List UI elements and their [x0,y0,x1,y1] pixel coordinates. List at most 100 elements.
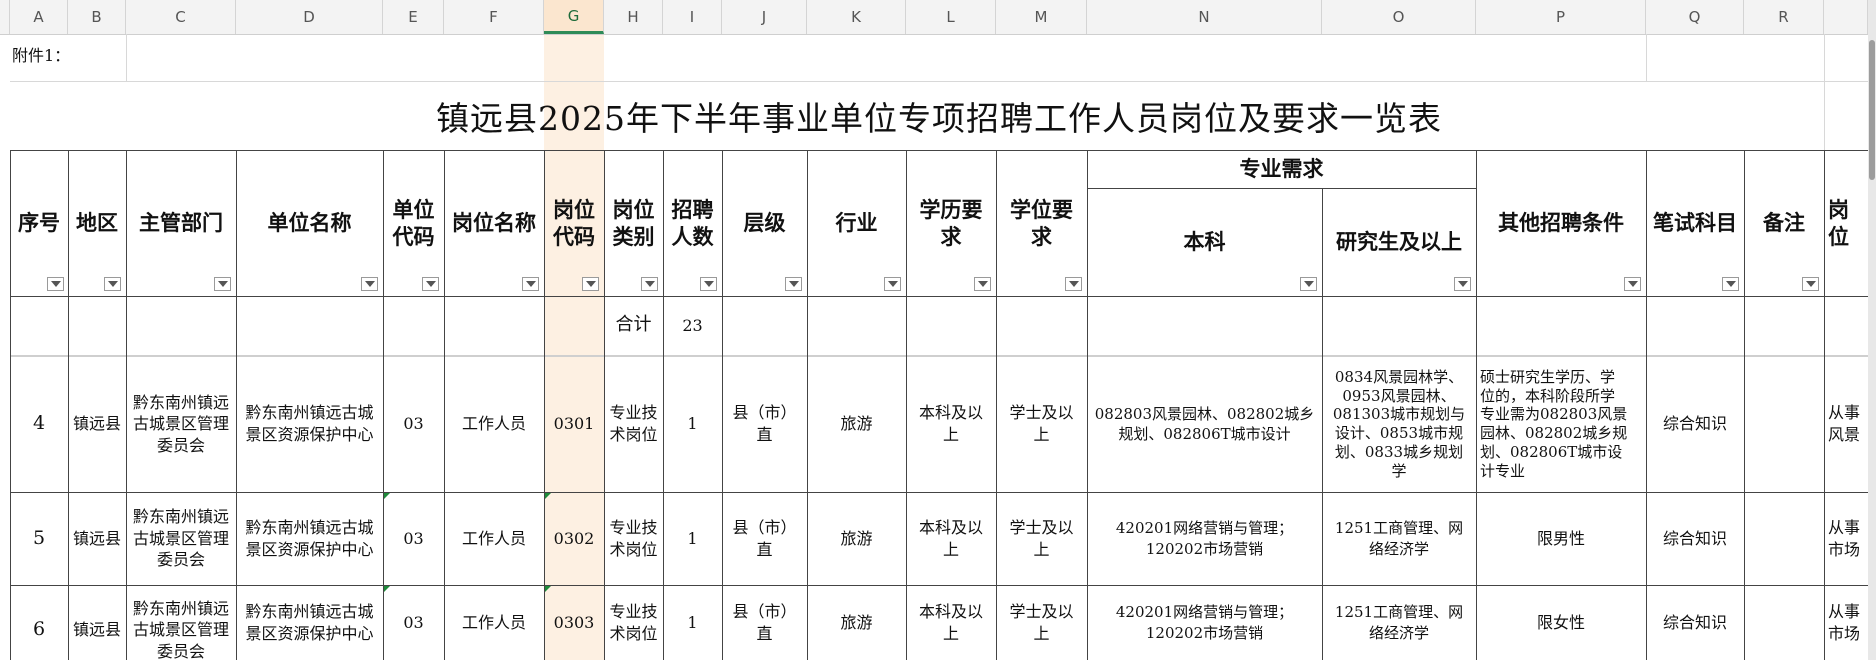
cell-region: 镇远县 [72,414,121,434]
grid-line [10,81,1868,82]
filter-dropdown-icon[interactable] [641,277,658,291]
cell-post-extra: 从事 风景 [1828,403,1861,444]
cell-graduate-major: 1251工商管理、网 络经济学 [1334,603,1464,642]
column-header-o[interactable]: O [1322,0,1476,34]
filter-dropdown-icon[interactable] [974,277,991,291]
column-header-p[interactable]: P [1476,0,1646,34]
column-header-l[interactable]: L [906,0,996,34]
column-header-b[interactable]: B [68,0,126,34]
cell-education: 本科及以上 [918,517,983,559]
filter-dropdown-icon[interactable] [1722,277,1739,291]
header-region: 地区 [76,210,118,236]
column-header-j[interactable]: J [722,0,807,34]
cell-hire-count: 1 [687,612,698,632]
cell-industry: 旅游 [840,414,873,434]
cell-education: 本科及以上 [918,601,983,643]
filter-dropdown-icon[interactable] [1802,277,1819,291]
column-header-h[interactable]: H [604,0,663,34]
cell-region: 镇远县 [72,528,121,548]
column-header-a[interactable]: A [10,0,68,34]
filter-dropdown-icon[interactable] [884,277,901,291]
header-education: 学历要求 [919,196,983,249]
filter-dropdown-icon[interactable] [104,277,121,291]
filter-dropdown-icon[interactable] [361,277,378,291]
cell-post-extra: 从事 市场 [1828,601,1861,643]
grid-line [1824,34,1825,150]
column-header-g[interactable]: G [544,0,604,34]
column-header-n[interactable]: N [1087,0,1322,34]
filter-dropdown-icon[interactable] [1300,277,1317,291]
header-level: 层级 [743,210,786,236]
cell-graduate-major: 0834风景园林学、 0953风景园林、 081303城市规划与 设计、0853城市规… [1332,367,1466,480]
cell-comment-marker [545,586,551,592]
column-header-i[interactable]: I [663,0,722,34]
filter-dropdown-icon[interactable] [700,277,717,291]
cell-degree: 学士及以上 [1009,403,1074,444]
header-post-name: 岗位名称 [452,210,536,236]
cell-unit-code: 03 [403,528,424,548]
column-header-r[interactable]: R [1744,0,1824,34]
cell-hire-count: 1 [687,528,698,548]
cell-level: 县（市）直 [732,517,797,559]
cell-other-conditions: 硕士研究生学历、学 位的，本科阶段所学 专业需为082803风景 园林、082802城… [1480,367,1628,480]
scrollbar-thumb[interactable] [1869,40,1875,180]
filter-dropdown-icon[interactable] [1065,277,1082,291]
vertical-scrollbar[interactable] [1868,0,1876,660]
cell-industry: 旅游 [840,528,873,548]
filter-dropdown-icon[interactable] [785,277,802,291]
header-post-extra: 岗位 [1828,196,1849,249]
cell-unit: 黔东南州镇远古城 景区资源保护中心 [245,517,374,559]
cell-other-conditions: 限男性 [1536,528,1585,548]
total-label: 合计 [615,314,652,336]
cell-exam-subject: 综合知识 [1662,612,1727,632]
filter-dropdown-icon[interactable] [214,277,231,291]
cell-dept: 黔东南州镇远 古城景区管理 委员会 [132,507,229,570]
header-remark: 备注 [1763,210,1805,236]
column-header-m[interactable]: M [996,0,1087,34]
cell-industry: 旅游 [840,612,873,632]
header-seq: 序号 [18,210,60,236]
column-header-k[interactable]: K [807,0,906,34]
header-dept: 主管部门 [139,210,223,236]
cell-degree: 学士及以上 [1009,601,1074,643]
filter-dropdown-icon[interactable] [522,277,539,291]
cell-post-code: 0301 [553,414,595,434]
header-unit-code: 单位 代码 [392,196,435,249]
cell-comment-marker [545,493,551,499]
filter-dropdown-icon[interactable] [582,277,599,291]
column-header-f[interactable]: F [444,0,544,34]
cell-dept: 黔东南州镇远 古城景区管理 委员会 [132,392,229,455]
grid-line [1646,34,1647,81]
header-bottom-line [10,296,1868,297]
cell-seq: 6 [32,618,46,641]
column-header-s[interactable] [1824,0,1868,34]
cell-post-name: 工作人员 [461,528,526,548]
cell-dept: 黔东南州镇远 古城景区管理 委员会 [132,598,229,660]
total-value: 23 [682,315,703,335]
cell-unit-code: 03 [403,612,424,632]
corner-cell[interactable] [0,0,10,34]
page-title: 镇远县2025年下半年事业单位专项招聘工作人员岗位及要求一览表 [436,99,1442,138]
cell-seq: 4 [32,412,46,435]
cell-other-conditions: 限女性 [1536,612,1585,632]
cell-education: 本科及以上 [918,403,983,444]
column-header-d[interactable]: D [236,0,383,34]
cell-seq: 5 [32,526,46,549]
attachment-label: 附件1： [12,46,71,65]
filter-dropdown-icon[interactable] [1454,277,1471,291]
column-header-e[interactable]: E [383,0,444,34]
filter-dropdown-icon[interactable] [422,277,439,291]
header-major: 专业需求 [1239,156,1324,182]
cell-level: 县（市）直 [732,403,797,444]
column-header-bar: A B C D E F G H I J K L M N O P Q R [0,0,1868,35]
cell-exam-subject: 综合知识 [1662,414,1727,434]
filter-dropdown-icon[interactable] [47,277,64,291]
filter-dropdown-icon[interactable] [1624,277,1641,291]
column-header-c[interactable]: C [126,0,236,34]
cell-comment-marker [384,493,390,499]
header-graduate: 研究生及以上 [1336,229,1462,255]
column-header-q[interactable]: Q [1646,0,1744,34]
cell-post-name: 工作人员 [461,612,526,632]
spreadsheet: A B C D E F G H I J K L M N O P Q R 附件1：… [0,0,1876,660]
header-hire-count: 招聘 人数 [671,196,714,249]
